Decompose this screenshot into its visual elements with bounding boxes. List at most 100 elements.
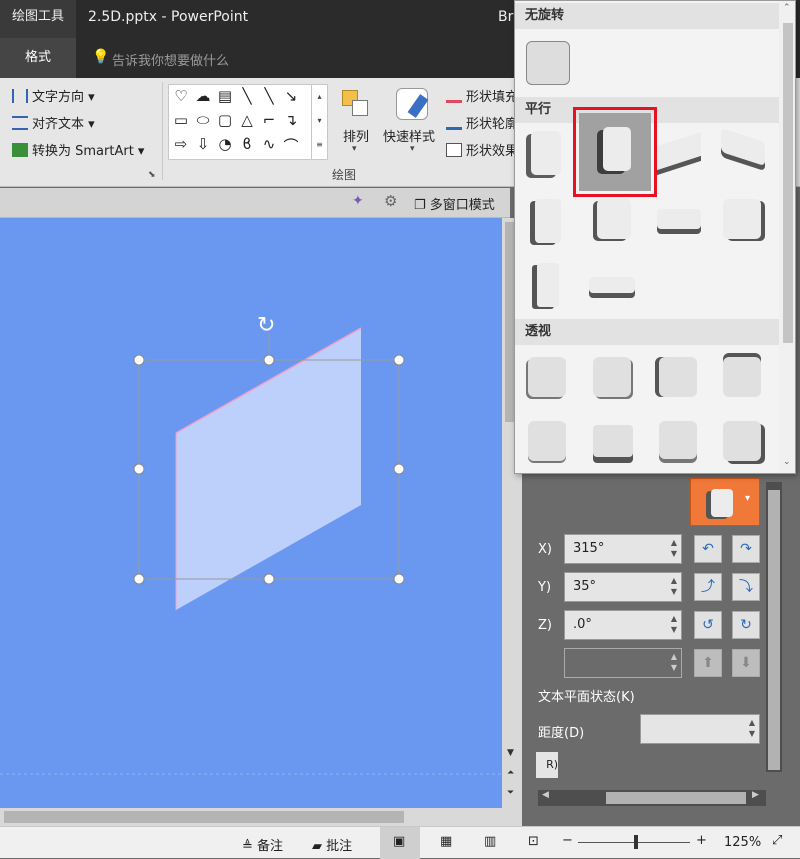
resize-handle[interactable]	[393, 573, 405, 585]
rotate-right-icon[interactable]: ↷	[732, 535, 760, 563]
diagonal-line-icon[interactable]: ╲	[259, 87, 279, 105]
right-arrow-icon[interactable]: ⇨	[171, 135, 191, 153]
elbow-arrow-icon[interactable]: ↴	[281, 111, 301, 129]
quick-styles-button[interactable]: 快速样式	[383, 126, 435, 145]
scroll-thumb[interactable]	[4, 811, 404, 823]
pane-scrollbar[interactable]	[766, 482, 782, 772]
gear-icon[interactable]: ⚙	[384, 192, 397, 210]
preset-perspective-2[interactable]	[593, 357, 631, 397]
z-rotation-input[interactable]: .0° ▲ ▼	[564, 610, 682, 640]
reset-button[interactable]: R)	[536, 752, 558, 778]
callout-cloud-icon[interactable]: ☁	[193, 87, 213, 105]
preset-perspective-1[interactable]	[528, 357, 566, 397]
slide-sorter-icon[interactable]: ▦	[440, 834, 452, 849]
scroll-down-icon[interactable]: ▼	[507, 748, 514, 758]
rotate-left-icon[interactable]: ↶	[694, 535, 722, 563]
arc-icon[interactable]: ⌒	[281, 135, 301, 156]
shape-effects-button[interactable]: 形状效果	[446, 140, 518, 159]
zoom-level[interactable]: 125%	[724, 835, 761, 850]
distance-input[interactable]: ▲ ▼	[640, 714, 760, 744]
preset-parallel-1[interactable]	[531, 131, 561, 175]
rotate-up-icon[interactable]: ⤴	[694, 573, 722, 601]
oval-icon[interactable]: ⬭	[193, 111, 213, 129]
preset-parallel-6[interactable]	[597, 199, 631, 239]
reading-view-icon[interactable]: ▥	[484, 834, 496, 849]
preset-perspective-3[interactable]	[659, 357, 697, 397]
shape-fill-button[interactable]: 形状填充	[446, 86, 518, 105]
preset-perspective-8[interactable]	[723, 421, 761, 461]
text-box-icon[interactable]: ▤	[215, 87, 235, 105]
magic-wand-icon[interactable]: ✦	[352, 193, 364, 209]
triangle-icon[interactable]: △	[237, 111, 257, 129]
spinner-arrows-icon[interactable]: ▲ ▼	[671, 651, 677, 673]
curve-icon[interactable]: ∿	[259, 135, 279, 153]
shape-outline-button[interactable]: 形状轮廓	[446, 113, 518, 132]
rotate-cw-icon[interactable]: ↻	[732, 611, 760, 639]
comments-button[interactable]: ▰ 批注	[312, 835, 352, 854]
tell-me-search[interactable]: 告诉我你想要做什么	[112, 50, 229, 69]
arrange-button[interactable]: 排列	[343, 126, 369, 145]
preset-perspective-4[interactable]	[723, 357, 761, 397]
spinner-arrows-icon[interactable]: ▲ ▼	[671, 613, 677, 635]
preset-parallel-9[interactable]	[537, 263, 559, 307]
align-text-button[interactable]: 对齐文本 ▾	[12, 113, 95, 132]
resize-handle[interactable]	[263, 354, 275, 366]
resize-handle[interactable]	[133, 463, 145, 475]
scroll-right-icon[interactable]: ▶	[752, 790, 759, 800]
dropdown-scrollbar[interactable]: ⌃ ⌄	[779, 1, 795, 473]
rotate-ccw-icon[interactable]: ↺	[694, 611, 722, 639]
scroll-thumb[interactable]	[768, 490, 780, 770]
zoom-slider-thumb[interactable]	[634, 835, 638, 849]
preset-perspective-6[interactable]	[593, 425, 633, 457]
elbow-connector-icon[interactable]: ⌐	[259, 111, 279, 129]
spinner-arrows-icon[interactable]: ▲ ▼	[749, 717, 755, 739]
down-arrow-icon[interactable]: ⇩	[193, 135, 213, 153]
pane-horizontal-scrollbar[interactable]: ◀ ▶	[538, 790, 766, 806]
preset-parallel-7[interactable]	[657, 209, 701, 229]
resize-handle[interactable]	[133, 573, 145, 585]
heart-icon[interactable]: ♡	[171, 87, 191, 105]
preset-parallel-8[interactable]	[723, 199, 761, 239]
shapes-gallery[interactable]: ♡ ☁ ▤ ╲ ╲ ↘ ▭ ⬭ ▢ △ ⌐ ↴ ⇨ ⇩ ◔ ϐ ∿ ⌒ ▴ ▾ ≡	[168, 84, 328, 160]
previous-slide-icon[interactable]: ⏶	[507, 768, 514, 778]
fit-slide-icon[interactable]: ⤢	[772, 833, 782, 848]
preset-rotation-button[interactable]: ▾	[690, 478, 760, 526]
slide-horizontal-scrollbar[interactable]	[0, 808, 522, 826]
resize-handle[interactable]	[133, 354, 145, 366]
slideshow-icon[interactable]: ⊡	[528, 834, 539, 849]
increase-perspective-icon[interactable]: ⬆	[694, 649, 722, 677]
convert-smartart-button[interactable]: 转换为 SmartArt ▾	[12, 140, 144, 159]
preset-parallel-4[interactable]	[721, 127, 765, 167]
preset-parallel-5[interactable]	[535, 199, 561, 243]
x-rotation-input[interactable]: 315° ▲ ▼	[564, 534, 682, 564]
preset-parallel-3[interactable]	[657, 131, 701, 171]
preset-parallel-10[interactable]	[589, 277, 635, 293]
rotate-down-icon[interactable]: ⤵	[732, 573, 760, 601]
zoom-in-icon[interactable]: +	[696, 833, 707, 848]
rectangle-icon[interactable]: ▭	[171, 111, 191, 129]
multi-window-button[interactable]: ❐ 多窗口模式	[414, 194, 495, 213]
text-direction-button[interactable]: 文字方向 ▾	[12, 86, 95, 105]
flowchart-icon[interactable]: ◔	[215, 135, 235, 153]
dialog-launcher-icon[interactable]: ⬊	[148, 170, 156, 180]
resize-handle[interactable]	[393, 354, 405, 366]
preset-parallel-2-selected[interactable]	[579, 113, 651, 191]
preset-no-rotation[interactable]	[526, 41, 570, 85]
slide-canvas[interactable]: ↻	[0, 218, 502, 808]
line-icon[interactable]: ╲	[237, 87, 257, 105]
preset-perspective-5[interactable]	[528, 421, 566, 461]
resize-handle[interactable]	[393, 463, 405, 475]
freeform-icon[interactable]: ϐ	[237, 135, 257, 153]
scroll-up-icon[interactable]: ⌃	[783, 3, 791, 13]
next-slide-icon[interactable]: ⏷	[507, 788, 514, 798]
perspective-input[interactable]: ▲ ▼	[564, 648, 682, 678]
scroll-left-icon[interactable]: ◀	[542, 790, 549, 800]
decrease-perspective-icon[interactable]: ⬇	[732, 649, 760, 677]
zoom-out-icon[interactable]: −	[562, 833, 573, 848]
rotate-handle-icon[interactable]: ↻	[257, 313, 275, 338]
resize-handle[interactable]	[263, 573, 275, 585]
scroll-down-icon[interactable]: ⌄	[783, 457, 791, 467]
parallelogram-shape[interactable]	[176, 328, 361, 610]
normal-view-button[interactable]: ▣	[380, 827, 420, 859]
scroll-thumb[interactable]	[606, 792, 746, 804]
